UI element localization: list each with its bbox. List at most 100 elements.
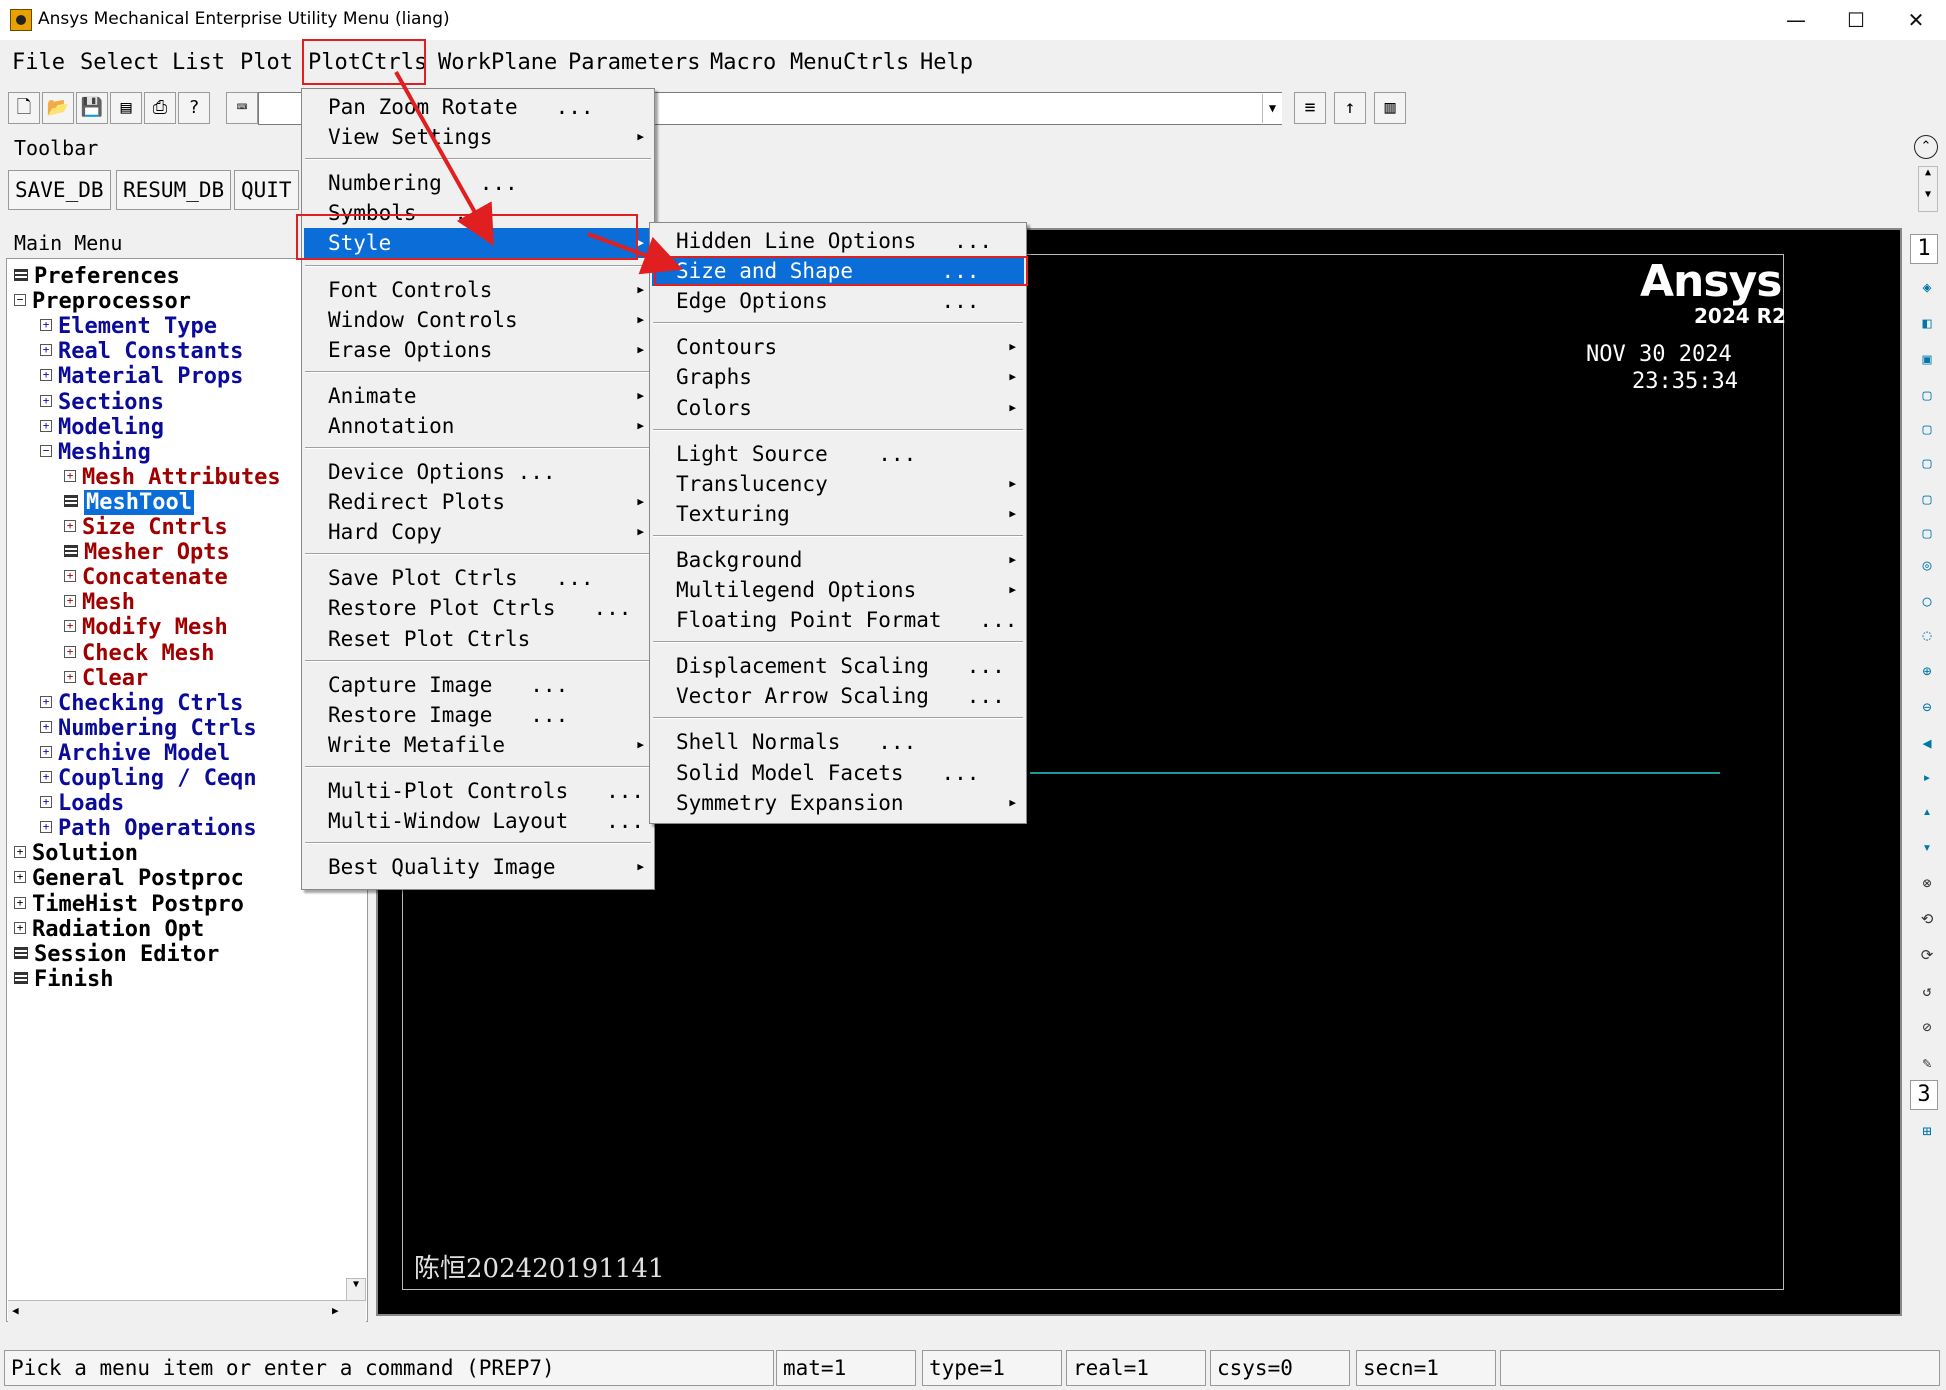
expand-node-icon[interactable]: + — [40, 394, 52, 407]
tree-item-clear[interactable]: + Clear — [64, 666, 148, 691]
menu-item-restore-image[interactable]: Restore Image ... — [304, 700, 652, 730]
rotate-y-icon[interactable]: ⟲ — [1916, 908, 1938, 930]
raise-hidden-icon[interactable]: ≡ — [1294, 92, 1326, 124]
menu-item-animate[interactable]: Animate ▶ — [304, 381, 652, 411]
tree-item-element-type[interactable]: + Element Type — [40, 314, 217, 339]
menu-help[interactable]: Help — [920, 50, 973, 75]
tree-item-path-operations[interactable]: + Path Operations — [40, 816, 257, 841]
rotation-increment-box[interactable]: 3 — [1910, 1080, 1938, 1110]
menu-item-shell-normals[interactable]: Shell Normals ... — [652, 727, 1024, 757]
tree-item-size-cntrls[interactable]: + Size Cntrls — [64, 515, 228, 540]
menu-item-hard-copy[interactable]: Hard Copy ▶ — [304, 517, 652, 547]
quit-button[interactable]: QUIT — [234, 170, 299, 210]
left-view-icon[interactable]: ▢ — [1916, 488, 1938, 510]
menu-parameters[interactable]: Parameters — [568, 50, 700, 75]
tree-item-modify-mesh[interactable]: + Modify Mesh — [64, 615, 228, 640]
expand-node-icon[interactable]: + — [40, 344, 52, 357]
expand-node-icon[interactable]: + — [64, 520, 76, 532]
menu-item-multilegend-options[interactable]: Multilegend Options ▶ — [652, 575, 1024, 605]
menu-item-hidden-line-options[interactable]: Hidden Line Options ... — [652, 226, 1024, 256]
pan-down-icon[interactable]: ▾ — [1916, 836, 1938, 858]
tree-item-loads[interactable]: + Loads — [40, 791, 124, 816]
tree-item-finish[interactable]: Finish — [14, 967, 113, 992]
expand-node-icon[interactable]: + — [40, 821, 52, 834]
expand-node-icon[interactable]: + — [14, 846, 26, 859]
menu-item-multi-plot-controls[interactable]: Multi-Plot Controls ... — [304, 776, 652, 806]
zoom-out-icon[interactable]: ⊖ — [1916, 696, 1938, 718]
fit-view-icon[interactable]: ◎ — [1916, 554, 1938, 576]
expand-node-icon[interactable]: + — [64, 570, 76, 583]
box-zoom-icon[interactable]: ◌ — [1916, 624, 1938, 646]
reset-picking-icon[interactable]: ↑ — [1334, 92, 1366, 124]
menu-item-solid-model-facets[interactable]: Solid Model Facets ... — [652, 758, 1024, 788]
iso-view-icon[interactable]: ◈ — [1916, 276, 1938, 298]
tree-item-session-editor[interactable]: Session Editor — [14, 942, 219, 967]
menu-macro[interactable]: Macro — [710, 50, 776, 75]
menu-item-write-metafile[interactable]: Write Metafile ▶ — [304, 730, 652, 760]
zoom-icon[interactable]: ○ — [1916, 590, 1938, 612]
pan-right-icon[interactable]: ▸ — [1916, 766, 1938, 788]
dynamic-rotate-icon[interactable]: ⊘ — [1916, 1016, 1938, 1038]
print-icon[interactable]: ⎙ — [144, 92, 176, 124]
expand-node-icon[interactable]: + — [40, 771, 52, 783]
tree-horizontal-scrollbar[interactable]: ◀ ▶ — [8, 1300, 366, 1322]
tree-item-archive-model[interactable]: + Archive Model — [40, 741, 230, 766]
rotate-z-icon[interactable]: ⟳ — [1916, 944, 1938, 966]
tree-item-preprocessor[interactable]: − Preprocessor — [14, 289, 191, 314]
menu-item-colors[interactable]: Colors ▶ — [652, 393, 1024, 423]
pick-toggle-icon[interactable]: ⊞ — [1916, 1120, 1938, 1142]
expand-node-icon[interactable]: + — [64, 469, 76, 482]
menu-file[interactable]: File — [12, 50, 65, 75]
back-view-icon[interactable]: ▢ — [1916, 384, 1938, 406]
contact-manager-icon[interactable]: ▥ — [1374, 92, 1406, 124]
command-history-dropdown[interactable]: ▼ — [1262, 94, 1282, 123]
expand-node-icon[interactable]: + — [40, 319, 52, 332]
tree-item-check-mesh[interactable]: + Check Mesh — [64, 641, 214, 666]
menu-item-window-controls[interactable]: Window Controls ▶ — [304, 305, 652, 335]
collapse-node-icon[interactable]: − — [40, 444, 52, 457]
tree-item-sections[interactable]: + Sections — [40, 390, 164, 415]
expand-node-icon[interactable]: + — [64, 670, 76, 683]
help-icon[interactable]: ? — [178, 92, 210, 124]
resume-db-button[interactable]: RESUM_DB — [116, 170, 232, 210]
dialog-leaf-icon[interactable] — [14, 971, 28, 984]
menu-plot[interactable]: Plot — [240, 50, 293, 75]
dialog-leaf-icon[interactable] — [64, 494, 78, 507]
expand-node-icon[interactable]: + — [40, 796, 52, 809]
menu-item-best-quality-image[interactable]: Best Quality Image ▶ — [304, 852, 652, 882]
front-view-icon[interactable]: ▣ — [1916, 348, 1938, 370]
expand-node-icon[interactable]: + — [40, 720, 52, 733]
maximize-button[interactable]: ☐ — [1826, 0, 1886, 40]
menu-item-graphs[interactable]: Graphs ▶ — [652, 362, 1024, 392]
menu-item-displacement-scaling[interactable]: Displacement Scaling ... — [652, 651, 1024, 681]
window-number-box[interactable]: 1 — [1910, 234, 1938, 264]
menu-item-contours[interactable]: Contours ▶ — [652, 332, 1024, 362]
dialog-leaf-icon[interactable] — [64, 545, 78, 558]
expand-node-icon[interactable]: + — [64, 620, 76, 633]
tree-item-coupling-ceqn[interactable]: + Coupling / Ceqn — [40, 766, 257, 791]
tree-item-real-constants[interactable]: + Real Constants — [40, 339, 243, 364]
top-view-icon[interactable]: ▢ — [1916, 418, 1938, 440]
rotate-neg-icon[interactable]: ↺ — [1916, 980, 1938, 1002]
menu-item-translucency[interactable]: Translucency ▶ — [652, 469, 1024, 499]
expand-node-icon[interactable]: + — [14, 896, 26, 909]
tree-item-timehist-postpro[interactable]: + TimeHist Postpro — [14, 892, 244, 917]
menu-item-multi-window-layout[interactable]: Multi-Window Layout ... — [304, 806, 652, 836]
expand-node-icon[interactable]: + — [64, 595, 76, 608]
tree-item-mesher-opts[interactable]: Mesher Opts — [64, 540, 230, 565]
tree-item-preferences[interactable]: Preferences — [14, 264, 180, 289]
tree-scroll-down[interactable]: ▼ — [346, 1278, 366, 1302]
new-file-icon[interactable]: 🗋 — [8, 92, 40, 124]
menu-item-floating-point-format[interactable]: Floating Point Format ... — [652, 605, 1024, 635]
minimize-button[interactable]: — — [1766, 0, 1826, 40]
menu-workplane[interactable]: WorkPlane — [438, 50, 557, 75]
dynamic-mode-icon[interactable]: ✎ — [1916, 1052, 1938, 1074]
pan-up-icon[interactable]: ▴ — [1916, 800, 1938, 822]
expand-node-icon[interactable]: + — [14, 871, 26, 884]
tree-item-meshing[interactable]: − Meshing — [40, 440, 151, 465]
tree-item-solution[interactable]: + Solution — [14, 841, 138, 866]
tree-item-mesh[interactable]: + Mesh — [64, 590, 135, 615]
menu-menuctrls[interactable]: MenuCtrls — [790, 50, 909, 75]
menu-item-reset-plot-ctrls[interactable]: Reset Plot Ctrls — [304, 624, 652, 654]
save-db-button[interactable]: SAVE_DB — [8, 170, 111, 210]
